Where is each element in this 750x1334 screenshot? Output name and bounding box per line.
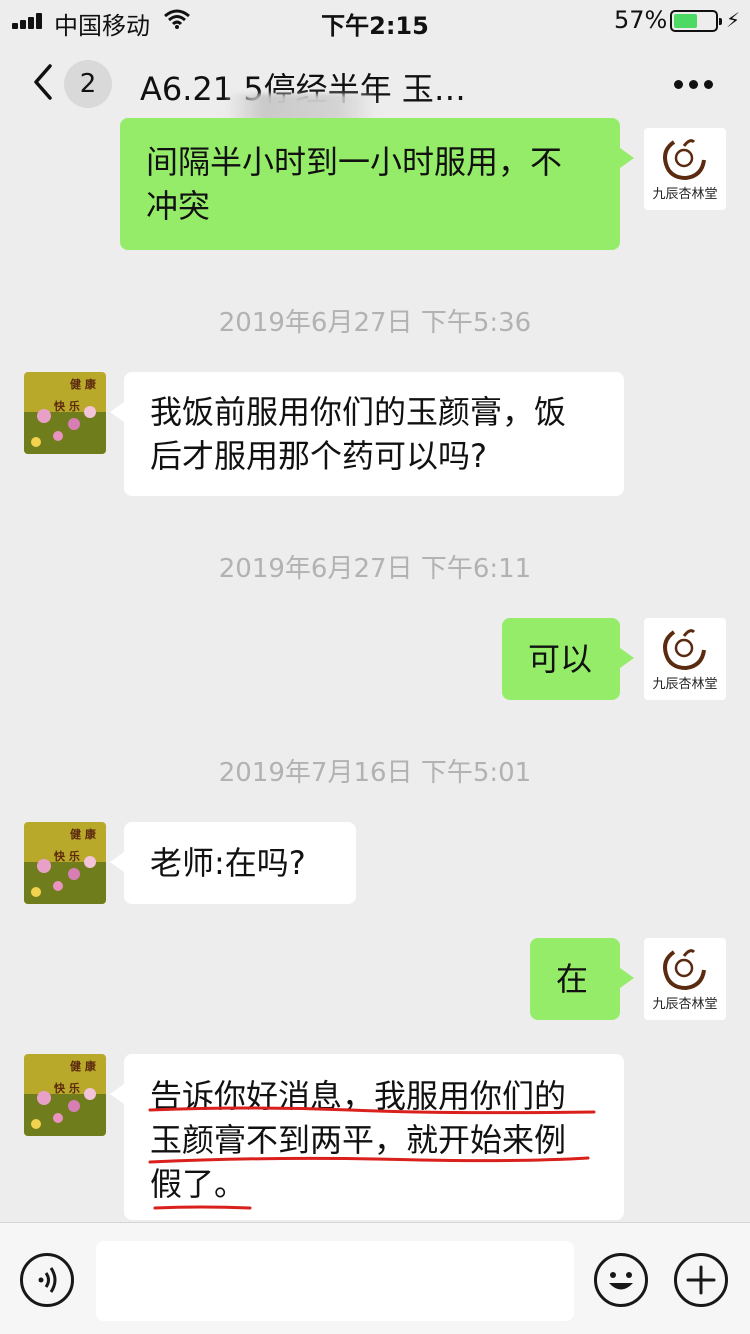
chat-header: 2 A6.21 5停经半年 玉… bbox=[0, 40, 750, 128]
more-dots-icon[interactable] bbox=[674, 80, 714, 90]
self-avatar[interactable]: 九辰杏林堂 bbox=[644, 128, 726, 210]
message-input[interactable] bbox=[96, 1241, 574, 1321]
self-avatar[interactable]: 九辰杏林堂 bbox=[644, 938, 726, 1020]
contact-avatar[interactable]: 健 康 快 乐 bbox=[24, 822, 106, 904]
timestamp: 2019年6月27日 下午6:11 bbox=[218, 554, 532, 584]
chat-title: A6.21 5停经半年 玉… bbox=[140, 70, 466, 108]
voice-icon[interactable] bbox=[20, 1253, 74, 1307]
plus-icon[interactable] bbox=[674, 1253, 728, 1307]
status-bar: 中国移动 下午2:15 57% ⚡ bbox=[0, 0, 750, 40]
self-avatar[interactable]: 九辰杏林堂 bbox=[644, 618, 726, 700]
battery-fill bbox=[674, 14, 697, 28]
timestamp: 2019年7月16日 下午5:01 bbox=[218, 758, 532, 788]
contact-avatar[interactable]: 健 康 快 乐 bbox=[24, 372, 106, 454]
message-bubble-outgoing[interactable]: 间隔半小时到一小时服用，不 冲突 bbox=[120, 118, 634, 250]
battery-icon bbox=[670, 10, 722, 32]
battery-percent: 57% bbox=[614, 6, 668, 34]
message-bubble-outgoing[interactable]: 在 bbox=[530, 938, 634, 1020]
message-bubble-incoming[interactable]: 我饭前服用你们的玉颜膏，饭 后才服用那个药可以吗? bbox=[110, 372, 624, 496]
message-bubble-outgoing[interactable]: 可以 bbox=[502, 618, 634, 700]
chevron-left-icon[interactable] bbox=[28, 62, 58, 102]
input-bar bbox=[0, 1222, 750, 1334]
charging-icon: ⚡ bbox=[726, 8, 741, 32]
timestamp: 2019年6月27日 下午5:36 bbox=[218, 308, 532, 338]
emoji-icon[interactable] bbox=[594, 1253, 648, 1307]
message-bubble-incoming[interactable]: 老师:在吗? bbox=[110, 822, 356, 904]
unread-badge[interactable]: 2 bbox=[64, 60, 112, 108]
